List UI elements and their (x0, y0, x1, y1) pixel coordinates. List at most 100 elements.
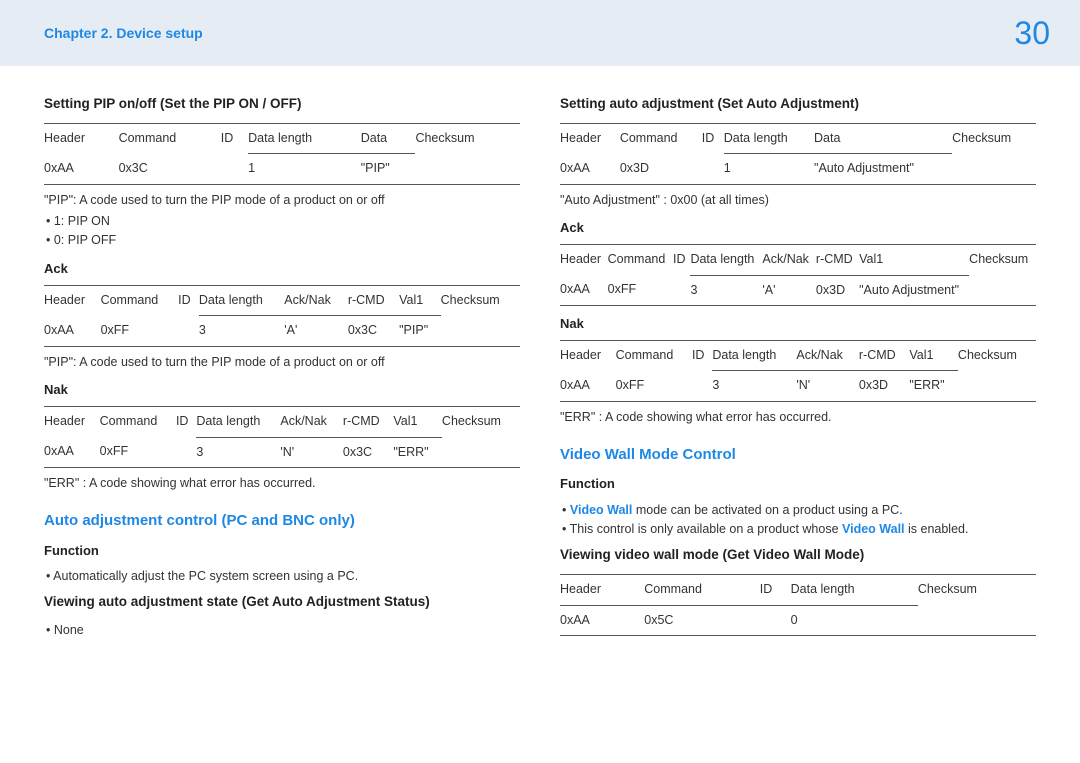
pip-note: "PIP": A code used to turn the PIP mode … (44, 191, 520, 210)
th: Data length (791, 575, 918, 605)
th: Checksum (958, 341, 1036, 371)
td: 0x5C (644, 605, 760, 635)
th: Data length (199, 285, 284, 315)
td: "ERR" (393, 437, 442, 467)
td: 0 (791, 605, 918, 635)
td (415, 154, 520, 184)
pip-nak-note: "ERR" : A code showing what error has oc… (44, 474, 520, 493)
td: 3 (199, 316, 284, 346)
view-auto-title: Viewing auto adjustment state (Get Auto … (44, 592, 520, 613)
list-item: Video Wall mode can be activated on a pr… (562, 501, 1036, 520)
vw-function-list: Video Wall mode can be activated on a pr… (560, 501, 1036, 540)
th: r-CMD (859, 341, 909, 371)
td: 'N' (796, 371, 859, 401)
th: Header (560, 575, 644, 605)
set-nak-title: Nak (560, 314, 1036, 334)
set-nak-note: "ERR" : A code showing what error has oc… (560, 408, 1036, 427)
td: 0xAA (560, 605, 644, 635)
th: Header (44, 285, 101, 315)
td: 3 (690, 275, 762, 305)
td: 'N' (280, 437, 343, 467)
td: 'A' (284, 316, 348, 346)
function-list: Automatically adjust the PC system scree… (44, 567, 520, 586)
th: Val1 (859, 245, 969, 275)
th: Checksum (415, 123, 520, 153)
td: 0xAA (44, 154, 119, 184)
set-nak-table: Header Command ID Data length Ack/Nak r-… (560, 340, 1036, 402)
td: 0x3C (348, 316, 399, 346)
td (969, 275, 1036, 305)
th: ID (221, 123, 248, 153)
td (958, 371, 1036, 401)
th: Header (560, 245, 608, 275)
page-content: Setting PIP on/off (Set the PIP ON / OFF… (0, 66, 1080, 644)
right-column: Setting auto adjustment (Set Auto Adjust… (560, 90, 1036, 644)
td (178, 316, 199, 346)
function-title: Function (44, 541, 520, 561)
vw-view-table: Header Command ID Data length Checksum 0… (560, 574, 1036, 636)
td: 0x3C (119, 154, 221, 184)
th: Checksum (441, 285, 520, 315)
vw-view-title: Viewing video wall mode (Get Video Wall … (560, 545, 1036, 566)
td: 1 (248, 154, 361, 184)
pip-ack-title: Ack (44, 259, 520, 279)
chapter-title: Chapter 2. Device setup (44, 25, 203, 41)
td (952, 154, 1036, 184)
td (692, 371, 712, 401)
set-ack-title: Ack (560, 218, 1036, 238)
td (673, 275, 690, 305)
td: "ERR" (909, 371, 958, 401)
list-item: 0: PIP OFF (46, 231, 520, 250)
th: Command (644, 575, 760, 605)
td: "Auto Adjustment" (859, 275, 969, 305)
list-item: Automatically adjust the PC system scree… (46, 567, 520, 586)
videowall-title: Video Wall Mode Control (560, 443, 1036, 466)
pip-ack-table: Header Command ID Data length Ack/Nak r-… (44, 285, 520, 347)
td: 0x3C (343, 437, 393, 467)
pip-set-title: Setting PIP on/off (Set the PIP ON / OFF… (44, 94, 520, 115)
page-header: Chapter 2. Device setup 30 (0, 0, 1080, 66)
set-auto-table: Header Command ID Data length Data Check… (560, 123, 1036, 185)
set-ack-table: Header Command ID Data length Ack/Nak r-… (560, 244, 1036, 306)
td: 0xAA (560, 275, 608, 305)
list-item: None (46, 621, 520, 640)
th: r-CMD (343, 407, 393, 437)
th: Command (100, 407, 176, 437)
th: Data length (690, 245, 762, 275)
th: Checksum (918, 575, 1036, 605)
list-item: This control is only available on a prod… (562, 520, 1036, 539)
text: mode can be activated on a product using… (632, 503, 902, 517)
th: ID (692, 341, 712, 371)
th: Ack/Nak (796, 341, 859, 371)
td: "PIP" (399, 316, 441, 346)
th: Val1 (909, 341, 958, 371)
th: Header (44, 407, 100, 437)
td: 0xFF (616, 371, 692, 401)
td: 0xFF (101, 316, 179, 346)
td (221, 154, 248, 184)
td: "PIP" (361, 154, 416, 184)
th: ID (176, 407, 196, 437)
th: ID (702, 123, 724, 153)
td: 0x3D (620, 154, 702, 184)
th: Checksum (969, 245, 1036, 275)
th: Val1 (393, 407, 442, 437)
pip-nak-table: Header Command ID Data length Ack/Nak r-… (44, 406, 520, 468)
page-number: 30 (1014, 15, 1050, 52)
th: Val1 (399, 285, 441, 315)
td (702, 154, 724, 184)
td: 0xAA (560, 371, 616, 401)
td: 'A' (762, 275, 816, 305)
td: 3 (196, 437, 280, 467)
th: Command (620, 123, 702, 153)
th: Command (119, 123, 221, 153)
td: 1 (724, 154, 814, 184)
pip-ack-note: "PIP": A code used to turn the PIP mode … (44, 353, 520, 372)
text: is enabled. (905, 522, 969, 536)
th: Header (560, 341, 616, 371)
pip-nak-title: Nak (44, 380, 520, 400)
th: Command (608, 245, 673, 275)
th: Data length (248, 123, 361, 153)
th: r-CMD (348, 285, 399, 315)
th: Checksum (952, 123, 1036, 153)
